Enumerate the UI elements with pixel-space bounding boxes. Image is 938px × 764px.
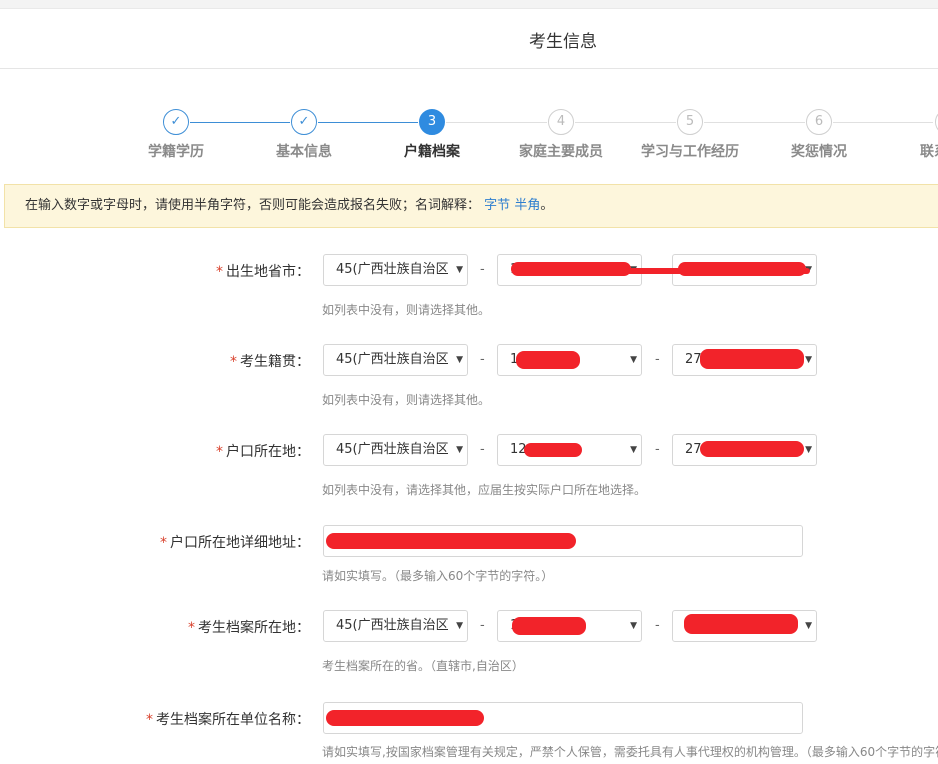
hukou-hint: 如列表中没有，请选择其他，应届生按实际户口所在地选择。 <box>322 483 647 497</box>
redaction-mark <box>512 617 586 635</box>
step-number: 4 <box>548 109 574 135</box>
redaction-mark <box>684 614 798 634</box>
redaction-mark <box>524 443 582 457</box>
caret-down-icon: ▼ <box>456 265 463 275</box>
step-4[interactable]: 4 家庭主要成员 <box>491 106 631 161</box>
caret-down-icon: ▼ <box>805 621 812 631</box>
caret-down-icon: ▼ <box>805 445 812 455</box>
birthplace-label: * 出生地省市： <box>216 264 310 280</box>
step-label: 学籍学历 <box>148 144 204 160</box>
hukou-province-select[interactable]: 45(广西壮族自治区 ▼ <box>323 434 468 466</box>
redaction-mark <box>326 710 484 726</box>
archive-location-hint: 考生档案所在的省。（直辖市,自治区） <box>322 659 524 673</box>
link-halfwidth[interactable]: 半角 <box>514 198 540 213</box>
halfwidth-notice: 在输入数字或字母时，请使用半角字符，否则可能会造成报名失败；名词解释： 字节 半… <box>4 184 938 228</box>
step-1[interactable]: ✓ 学籍学历 <box>106 106 246 161</box>
step-2[interactable]: ✓ 基本信息 <box>234 106 374 161</box>
archive-unit-hint: 请如实填写,按国家档案管理有关规定，严禁个人保管，需委托具有人事代理权的机构管理… <box>322 745 938 759</box>
caret-down-icon: ▼ <box>630 355 637 365</box>
hukou-address-hint: 请如实填写。（最多输入60个字节的字符。） <box>322 569 554 583</box>
archive-unit-label: * 考生档案所在单位名称： <box>146 712 310 728</box>
browser-top-strip <box>0 0 938 9</box>
redaction-mark <box>700 441 804 457</box>
hukou-label: * 户口所在地： <box>216 444 310 460</box>
step-7[interactable]: 7 联系方式 <box>878 106 938 161</box>
step-label: 联系方式 <box>920 144 938 160</box>
link-bytes[interactable]: 字节 <box>484 198 510 213</box>
native-label: * 考生籍贯： <box>230 354 310 370</box>
step-number: 5 <box>677 109 703 135</box>
birthplace-province-select[interactable]: 45(广西壮族自治区 ▼ <box>323 254 468 286</box>
redaction-mark <box>516 351 580 369</box>
native-hint: 如列表中没有，则请选择其他。 <box>322 393 491 407</box>
redaction-mark <box>678 262 806 276</box>
archive-province-select[interactable]: 45(广西壮族自治区 ▼ <box>323 610 468 642</box>
caret-down-icon: ▼ <box>805 355 812 365</box>
step-3[interactable]: 3 户籍档案 <box>362 106 502 161</box>
redaction-mark <box>700 349 804 369</box>
caret-down-icon: ▼ <box>630 445 637 455</box>
caret-down-icon: ▼ <box>630 621 637 631</box>
step-number: 3 <box>419 109 445 135</box>
step-6[interactable]: 6 奖惩情况 <box>749 106 889 161</box>
step-label: 奖惩情况 <box>791 144 847 160</box>
check-icon: ✓ <box>291 109 317 135</box>
redaction-mark <box>326 533 576 549</box>
check-icon: ✓ <box>163 109 189 135</box>
step-5[interactable]: 5 学习与工作经历 <box>620 106 760 161</box>
page-header: 考生信息 <box>0 9 938 69</box>
hukou-address-label: * 户口所在地详细地址： <box>160 535 310 551</box>
step-label: 基本信息 <box>276 144 332 160</box>
archive-location-label: * 考生档案所在地： <box>188 620 310 636</box>
step-label: 学习与工作经历 <box>641 144 739 160</box>
step-wizard: ✓ 学籍学历 ✓ 基本信息 3 户籍档案 4 家庭主要成员 5 学习与工作经历 … <box>0 106 938 166</box>
step-label: 家庭主要成员 <box>519 144 603 160</box>
native-province-select[interactable]: 45(广西壮族自治区 ▼ <box>323 344 468 376</box>
birthplace-hint: 如列表中没有，则请选择其他。 <box>322 303 491 317</box>
caret-down-icon: ▼ <box>456 445 463 455</box>
caret-down-icon: ▼ <box>456 621 463 631</box>
step-number: 6 <box>806 109 832 135</box>
caret-down-icon: ▼ <box>456 355 463 365</box>
page-title: 考生信息 <box>529 32 597 52</box>
step-label: 户籍档案 <box>404 144 460 160</box>
